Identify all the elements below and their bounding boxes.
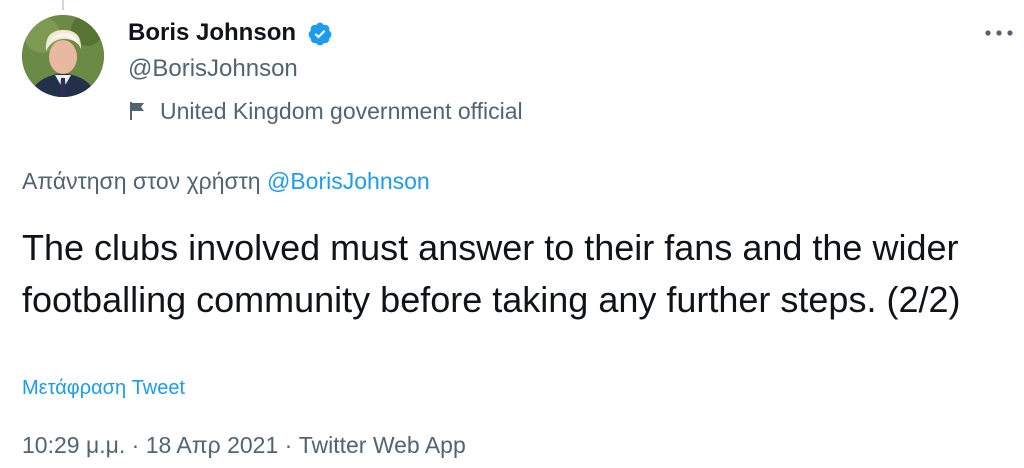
reply-mention-link[interactable]: @BorisJohnson [267,168,430,194]
more-options-icon [985,30,1013,36]
government-account-label: United Kingdom government official [128,96,523,126]
tweet-time-link[interactable]: 10:29 μ.μ. [22,432,125,458]
author-handle[interactable]: @BorisJohnson [128,54,298,84]
avatar[interactable] [22,15,104,97]
reply-context: Απάντηση στον χρήστη @BorisJohnson [22,166,430,196]
verified-badge-icon [308,22,332,46]
flag-icon [130,102,144,120]
government-label-text: United Kingdom government official [160,97,523,124]
avatar-image [22,15,104,97]
tweet: Boris Johnson @BorisJohnson United Kingd… [0,0,1024,468]
thread-connector-line [62,0,64,10]
tweet-date-link[interactable]: 18 Απρ 2021 [146,432,279,458]
author-display-name[interactable]: Boris Johnson [128,18,296,48]
tweet-metadata: 10:29 μ.μ. · 18 Απρ 2021 · Twitter Web A… [22,430,466,460]
translate-tweet-link[interactable]: Μετάφραση Tweet [22,375,185,401]
reply-context-prefix: Απάντηση στον χρήστη [22,168,261,194]
tweet-source-link[interactable]: Twitter Web App [299,432,466,458]
meta-separator: · [131,432,140,458]
more-options-button[interactable] [982,22,1016,44]
meta-separator: · [284,432,293,458]
tweet-text: The clubs involved must answer to their … [22,227,961,320]
